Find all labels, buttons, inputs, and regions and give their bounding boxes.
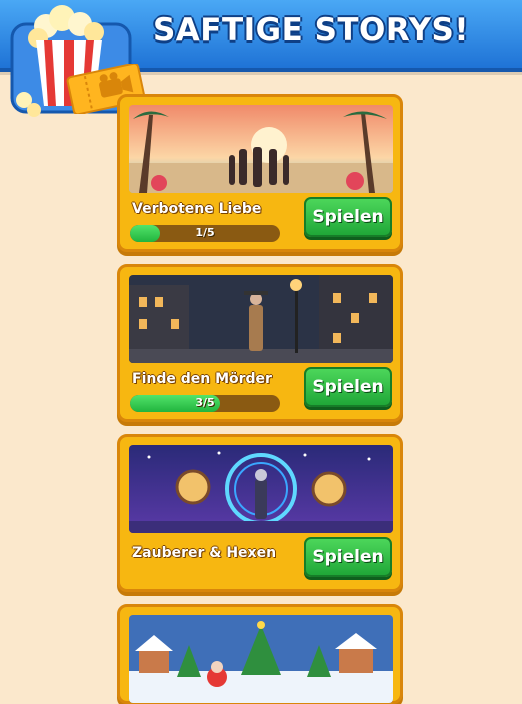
play-button[interactable]: Spielen (304, 537, 392, 577)
story-image-christmas (129, 615, 393, 703)
page-title: SAFTIGE STORYS! (152, 12, 469, 48)
progress-text: 3/5 (195, 396, 215, 409)
story-image-noir (129, 275, 393, 363)
story-card[interactable]: Verbotene Liebe 1/5 Spielen (117, 94, 403, 252)
story-title: Verbotene Liebe (132, 201, 262, 217)
story-image-beach (129, 105, 393, 193)
story-progress-bar: 3/5 (130, 395, 280, 412)
story-image-magic (129, 445, 393, 533)
play-button[interactable]: Spielen (304, 197, 392, 237)
story-progress-bar: 1/5 (130, 225, 280, 242)
progress-text: 1/5 (195, 226, 215, 239)
story-title: Zauberer & Hexen (132, 545, 277, 561)
story-card[interactable]: Zauberer & Hexen Spielen (117, 434, 403, 592)
story-title: Finde den Mörder (132, 371, 272, 387)
story-card[interactable] (117, 604, 403, 704)
story-card[interactable]: Finde den Mörder 3/5 Spielen (117, 264, 403, 422)
play-button[interactable]: Spielen (304, 367, 392, 407)
